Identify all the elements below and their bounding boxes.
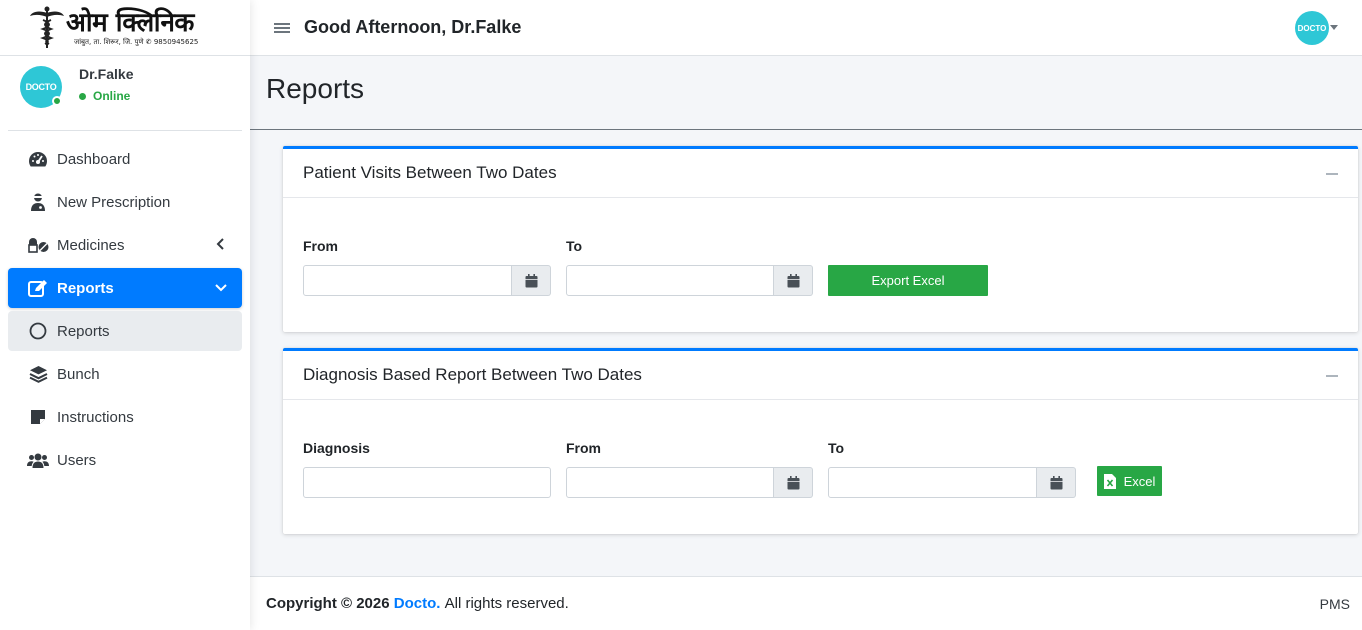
card-header: Patient Visits Between Two Dates <box>283 149 1358 198</box>
sidebar: ओम क्लिनिक जांबुत, ता. शिरूर, जि. पुणे ✆… <box>0 0 250 630</box>
card-title: Patient Visits Between Two Dates <box>303 163 557 182</box>
status-dot-icon <box>79 92 86 100</box>
diagnosis-label: Diagnosis <box>303 440 370 456</box>
brand-logo: ओम क्लिनिक जांबुत, ता. शिरूर, जि. पुणे ✆… <box>30 6 198 50</box>
brand-logo-link[interactable]: ओम क्लिनिक जांबुत, ता. शिरूर, जि. पुणे ✆… <box>0 0 250 56</box>
from-label: From <box>303 238 338 254</box>
sidebar-item-instructions[interactable]: Instructions <box>8 397 242 437</box>
diagnosis-input[interactable] <box>303 467 551 498</box>
sidebar-item-new-prescription[interactable]: New Prescription <box>8 182 242 222</box>
navbar-avatar-logo-text: DOCTO <box>1297 23 1327 33</box>
sidebar-item-reports[interactable]: Reports <box>8 268 242 308</box>
file-excel-icon <box>1103 473 1116 489</box>
card-title: Diagnosis Based Report Between Two Dates <box>303 365 642 384</box>
user-status: Online <box>79 89 133 103</box>
edit-icon <box>27 279 49 297</box>
calendar-icon[interactable] <box>774 265 813 296</box>
sidebar-item-label: Medicines <box>57 236 125 254</box>
from-date-input[interactable] <box>303 265 512 296</box>
sidebar-item-users[interactable]: Users <box>8 440 242 480</box>
sidebar-nav: Dashboard New Prescription Medicines Rep… <box>0 131 250 480</box>
diagnosis-report-card: Diagnosis Based Report Between Two Dates… <box>283 348 1358 534</box>
pills-icon <box>27 236 49 254</box>
online-indicator <box>52 96 62 106</box>
card-header: Diagnosis Based Report Between Two Dates <box>283 351 1358 400</box>
layers-icon <box>27 365 49 383</box>
caret-down-icon[interactable] <box>1330 25 1338 30</box>
user-status-label: Online <box>93 89 131 103</box>
footer-rights: All rights reserved. <box>444 595 569 612</box>
footer: Copyright © 2026 Docto. All rights reser… <box>250 576 1362 630</box>
sidebar-item-label: Users <box>57 451 97 469</box>
sidebar-item-label: New Prescription <box>57 193 171 211</box>
from-date-group <box>566 467 813 498</box>
chevron-left-icon <box>216 238 224 250</box>
avatar[interactable]: DOCTO <box>20 66 62 108</box>
tachometer-icon <box>27 150 49 168</box>
calendar-icon[interactable] <box>1037 467 1076 498</box>
chevron-down-icon <box>215 284 227 292</box>
sidebar-item-label: Reports <box>57 279 114 297</box>
from-date-input[interactable] <box>566 467 774 498</box>
to-date-input[interactable] <box>828 467 1037 498</box>
content-header: Reports <box>250 56 1362 130</box>
to-date-group <box>566 265 813 296</box>
sidebar-item-label: Bunch <box>57 365 100 383</box>
sidebar-item-bunch[interactable]: Bunch <box>8 354 242 394</box>
to-date-group <box>828 467 1076 498</box>
to-date-input[interactable] <box>566 265 774 296</box>
circle-icon <box>27 322 49 340</box>
patient-visits-card: Patient Visits Between Two Dates From To… <box>283 146 1358 332</box>
footer-copyright: Copyright © 2026 <box>266 595 390 612</box>
export-excel-button[interactable]: Export Excel <box>828 265 988 296</box>
to-label: To <box>566 238 583 254</box>
calendar-icon[interactable] <box>512 265 551 296</box>
from-date-group <box>303 265 551 296</box>
hamburger-menu-icon[interactable] <box>274 21 290 35</box>
from-label: From <box>566 440 601 456</box>
minus-icon[interactable] <box>1326 375 1338 377</box>
user-doctor-icon <box>27 193 49 211</box>
sticky-note-icon <box>27 408 49 426</box>
sidebar-item-dashboard[interactable]: Dashboard <box>8 139 242 179</box>
footer-brand-link[interactable]: Docto. <box>394 595 441 612</box>
minus-icon[interactable] <box>1326 173 1338 175</box>
user-name[interactable]: Dr.Falke <box>79 64 133 84</box>
calendar-icon[interactable] <box>774 467 813 498</box>
excel-button-label: Excel <box>1123 473 1156 489</box>
brand-subtitle: जांबुत, ता. शिरूर, जि. पुणे ✆ 9850945625 <box>74 38 199 46</box>
sidebar-item-label: Dashboard <box>57 150 131 168</box>
sidebar-item-label: Instructions <box>57 408 134 426</box>
sidebar-item-medicines[interactable]: Medicines <box>8 225 242 265</box>
to-label: To <box>828 440 845 456</box>
footer-version: PMS <box>1319 596 1350 612</box>
brand-title: ओम क्लिनिक <box>66 8 194 38</box>
excel-button[interactable]: Excel <box>1097 466 1162 496</box>
users-icon <box>27 451 49 469</box>
greeting-text: Good Afternoon, Dr.Falke <box>304 17 522 37</box>
top-navbar: Good Afternoon, Dr.Falke DOCTO <box>250 0 1362 56</box>
sidebar-subitem-reports[interactable]: Reports <box>8 311 242 351</box>
sidebar-item-label: Reports <box>57 322 110 340</box>
navbar-avatar[interactable]: DOCTO <box>1295 11 1329 45</box>
avatar-logo-text: DOCTO <box>25 82 57 92</box>
user-panel: DOCTO Dr.Falke Online <box>8 56 242 131</box>
page-title: Reports <box>266 73 365 104</box>
caduceus-icon <box>30 6 64 48</box>
